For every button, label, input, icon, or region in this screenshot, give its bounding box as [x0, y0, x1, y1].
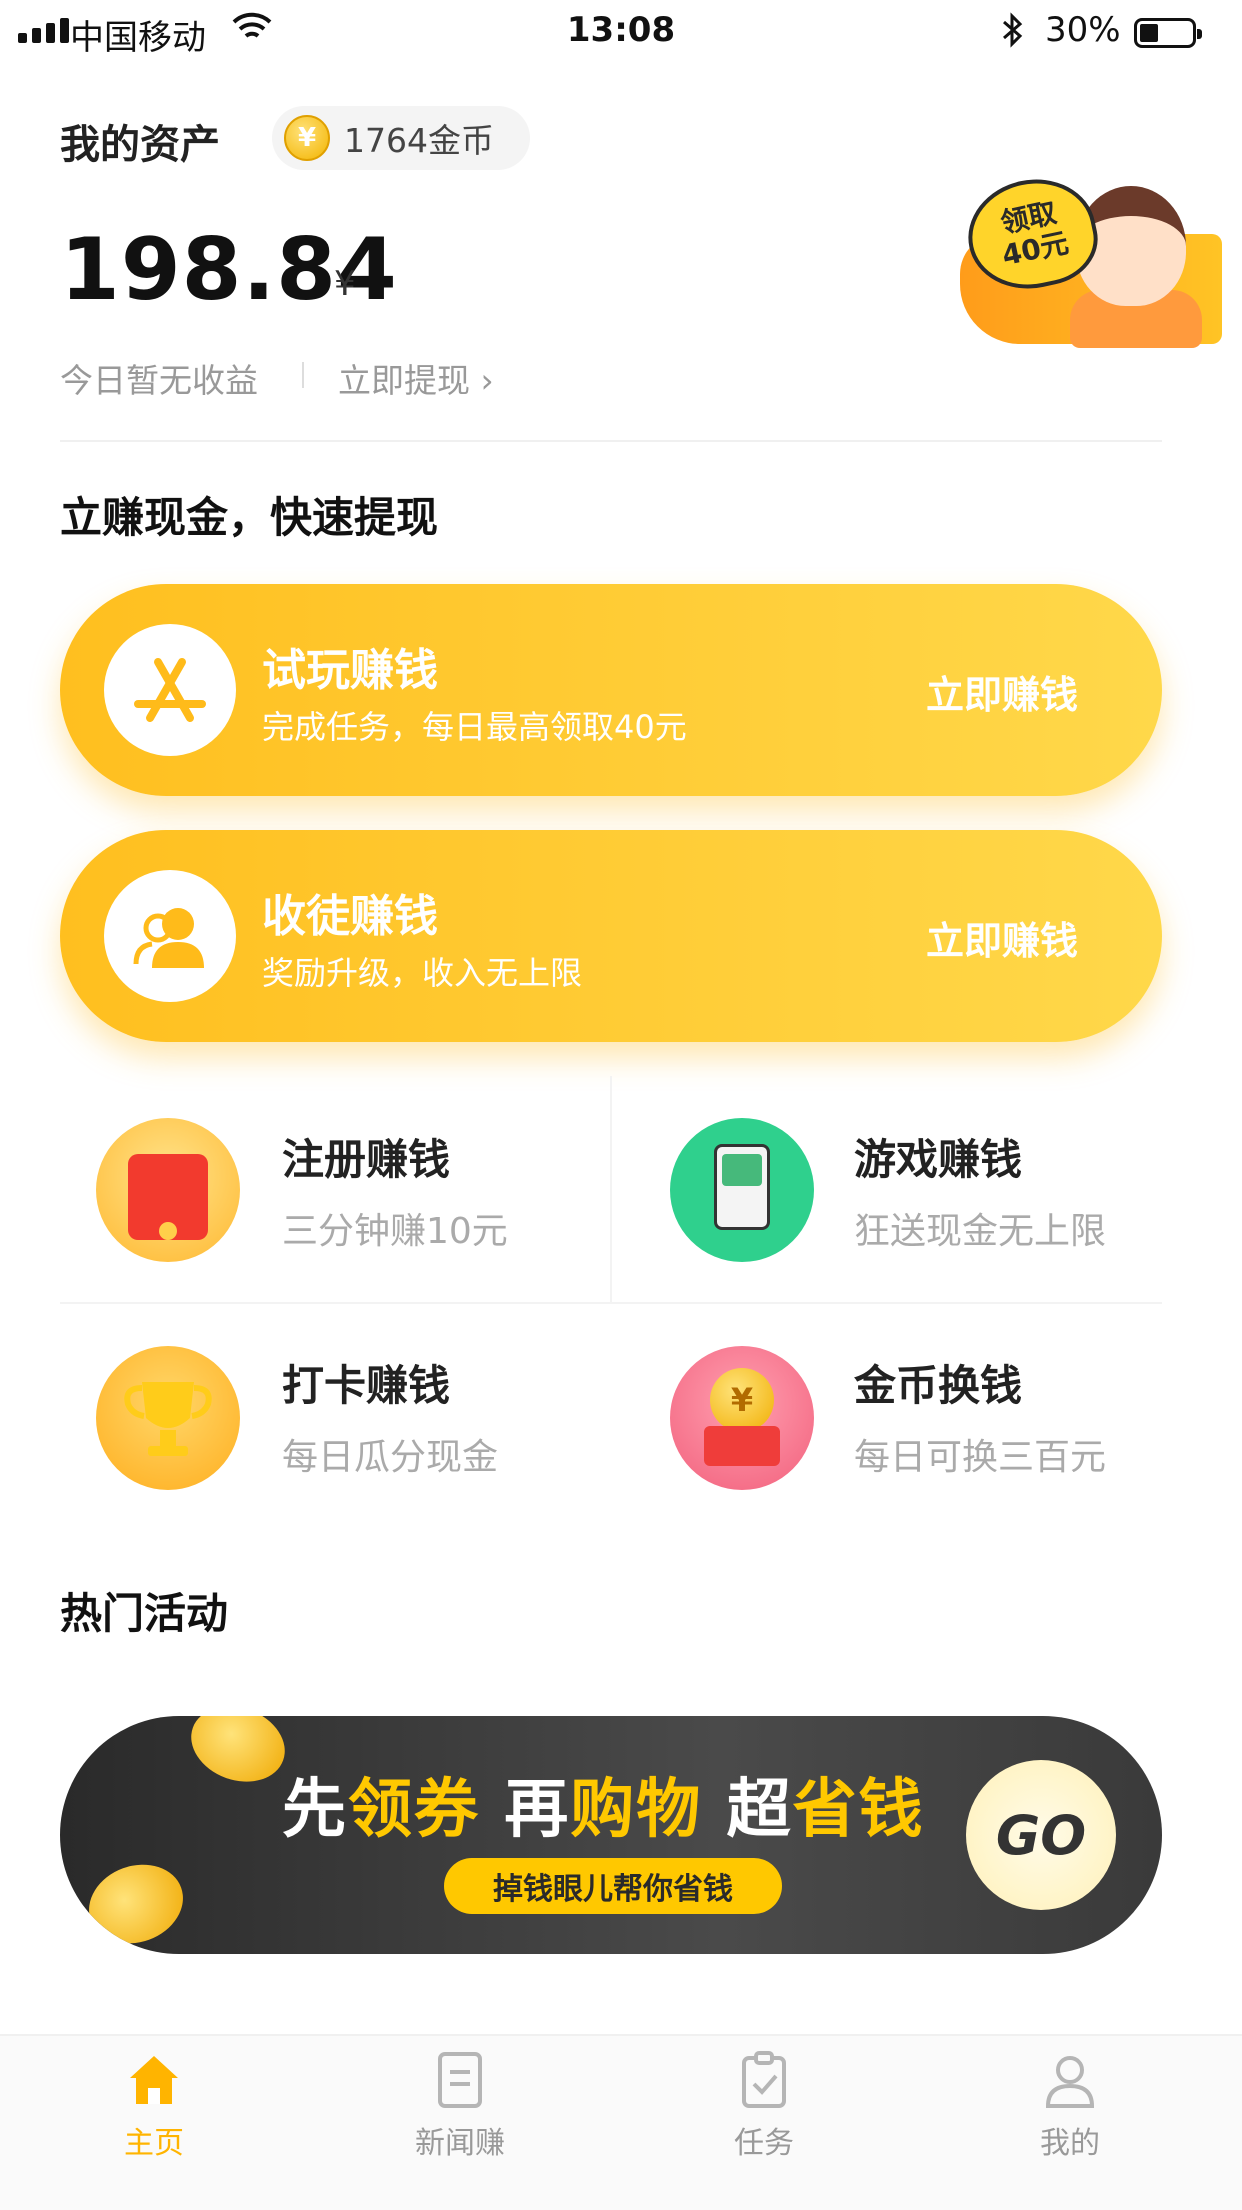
chevron-right-icon: ›: [480, 361, 494, 400]
coin-balance-pill[interactable]: ¥ 1764金币: [272, 106, 530, 170]
news-icon: [430, 2050, 490, 2110]
divider: [302, 362, 304, 388]
users-icon: [104, 870, 236, 1002]
recruit-earn-card[interactable]: 收徒赚钱 奖励升级，收入无上限 立即赚钱: [60, 830, 1162, 1042]
card-title: 收徒赚钱: [262, 891, 438, 942]
tab-home[interactable]: 主页: [54, 2050, 254, 2162]
tab-label: 新闻赚: [415, 2126, 505, 2161]
gold-coin-icon: ¥: [670, 1346, 814, 1490]
tab-tasks[interactable]: 任务: [664, 2050, 864, 2162]
tab-news-earn[interactable]: 新闻赚: [360, 2050, 560, 2162]
banner-subtitle: 掉钱眼儿帮你省钱: [444, 1858, 782, 1914]
card-subtitle: 完成任务，每日最高领取40元: [262, 708, 687, 746]
register-earn-item[interactable]: 注册赚钱 三分钟赚10元: [0, 1080, 610, 1302]
home-icon: [124, 2050, 184, 2110]
trophy-icon: [96, 1346, 240, 1490]
tab-label: 任务: [734, 2126, 794, 2161]
game-earn-item[interactable]: 游戏赚钱 狂送现金无上限: [612, 1080, 1242, 1302]
item-title: 注册赚钱: [282, 1135, 451, 1184]
trial-earn-card[interactable]: 试玩赚钱 完成任务，每日最高领取40元 立即赚钱: [60, 584, 1162, 796]
item-title: 金币换钱: [854, 1361, 1023, 1410]
coin-icon: [77, 1851, 195, 1954]
item-title: 打卡赚钱: [282, 1361, 451, 1410]
tab-label: 主页: [124, 2126, 184, 2161]
assets-title: 我的资产: [60, 122, 220, 168]
item-subtitle: 狂送现金无上限: [854, 1211, 1107, 1252]
bluetooth-icon: [1000, 10, 1026, 59]
currency-symbol: ¥: [334, 264, 356, 304]
card-title: 试玩赚钱: [262, 645, 438, 696]
red-envelope-icon: [96, 1118, 240, 1262]
tab-label: 我的: [1040, 2126, 1100, 2161]
item-subtitle: 每日瓜分现金: [282, 1437, 499, 1478]
game-console-icon: [670, 1118, 814, 1262]
battery-percent: 30%: [1045, 10, 1121, 50]
withdraw-label: 立即提现: [338, 361, 470, 400]
coin-exchange-item[interactable]: ¥ 金币换钱 每日可换三百元: [612, 1306, 1242, 1528]
bottom-tab-bar: 主页 新闻赚 任务 我的: [0, 2034, 1242, 2210]
coin-count: 1764金币: [344, 121, 494, 160]
task-icon: [734, 2050, 794, 2110]
item-subtitle: 三分钟赚10元: [282, 1211, 508, 1252]
promo-claim-40-banner[interactable]: 领取 40元: [958, 167, 1222, 350]
item-title: 游戏赚钱: [854, 1135, 1023, 1184]
app-store-icon: [104, 624, 236, 756]
earn-now-button[interactable]: 立即赚钱: [926, 910, 1078, 965]
today-earnings: 今日暂无收益: [60, 361, 258, 400]
checkin-earn-item[interactable]: 打卡赚钱 每日瓜分现金: [0, 1306, 610, 1528]
grid-divider: [60, 1302, 1162, 1304]
status-bar: 中国移动 13:08 30%: [0, 0, 1242, 64]
card-subtitle: 奖励升级，收入无上限: [262, 954, 583, 992]
tab-profile[interactable]: 我的: [970, 2050, 1170, 2162]
banner-headline: 先领券 再购物 超省钱: [282, 1773, 925, 1847]
battery-icon: [1134, 18, 1202, 48]
withdraw-link[interactable]: 立即提现 ›: [338, 354, 494, 402]
coupon-shopping-banner[interactable]: 先领券 再购物 超省钱 掉钱眼儿帮你省钱 GO: [60, 1716, 1162, 1954]
coin-icon: [180, 1716, 296, 1795]
coin-icon: ¥: [284, 115, 330, 161]
item-subtitle: 每日可换三百元: [854, 1437, 1107, 1478]
go-button[interactable]: GO: [966, 1760, 1116, 1910]
profile-icon: [1040, 2050, 1100, 2110]
divider: [60, 440, 1162, 442]
earn-now-button[interactable]: 立即赚钱: [926, 664, 1078, 719]
section-title: 立赚现金，快速提现: [60, 493, 439, 542]
hot-activities-title: 热门活动: [60, 1589, 229, 1638]
